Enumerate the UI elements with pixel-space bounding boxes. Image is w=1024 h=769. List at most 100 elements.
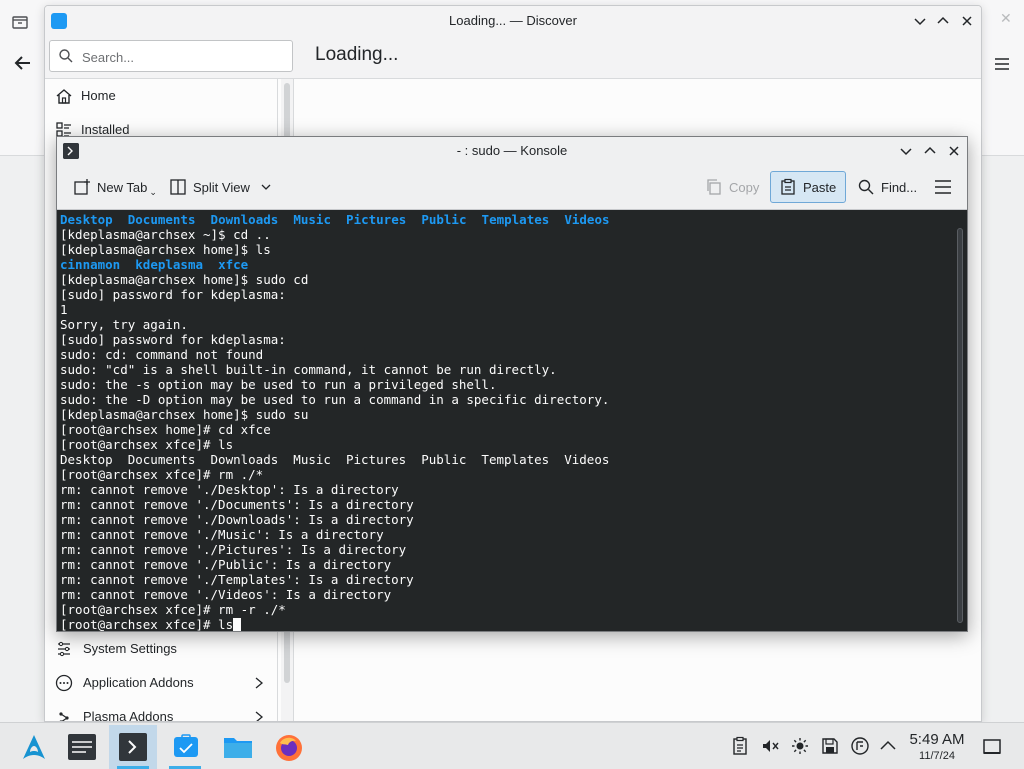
digital-clock[interactable]: 5:49 AM 11/7/24 <box>900 731 974 763</box>
directory-name: Templates <box>481 212 550 227</box>
split-view-label: Split View <box>193 179 250 195</box>
back-arrow-icon[interactable] <box>12 52 34 74</box>
search-icon <box>858 179 874 195</box>
terminal-line: rm: cannot remove './Desktop': Is a dire… <box>60 482 953 497</box>
terminal-text: sudo: cd: command not found <box>60 347 264 362</box>
terminal-text: rm: cannot remove './Pictures': Is a dir… <box>60 542 407 557</box>
terminal-text: Desktop Documents Downloads Music Pictur… <box>60 452 610 467</box>
terminal-line: rm: cannot remove './Public': Is a direc… <box>60 557 953 572</box>
sidebar-item-label: System Settings <box>83 641 177 656</box>
paste-icon <box>781 178 795 195</box>
copy-button[interactable]: Copy <box>705 173 759 201</box>
terminal-text: rm: cannot remove './Documents': Is a di… <box>60 497 414 512</box>
terminal-text: [kdeplasma@archsex home]$ ls <box>60 242 271 257</box>
find-button[interactable]: Find... <box>857 173 917 201</box>
split-view-icon <box>170 179 186 195</box>
taskbar-file-manager[interactable] <box>213 725 261 769</box>
split-view-button[interactable]: Split View <box>169 173 272 201</box>
tray-expand-chevron-up-icon[interactable] <box>878 736 898 756</box>
sidebar-item-application-addons[interactable]: Application Addons <box>45 666 277 700</box>
sidebar-item-label: Plasma Addons <box>83 709 174 722</box>
clock-time: 5:49 AM <box>909 731 965 748</box>
terminal-line: rm: cannot remove './Music': Is a direct… <box>60 527 953 542</box>
search-box[interactable] <box>49 40 293 72</box>
text-cursor <box>233 618 242 631</box>
maximize-icon[interactable] <box>934 12 952 30</box>
taskbar-konsole[interactable] <box>109 725 157 769</box>
taskbar-firefox[interactable] <box>265 725 313 769</box>
terminal-text: rm: cannot remove './Templates': Is a di… <box>60 572 414 587</box>
find-label: Find... <box>881 179 918 195</box>
file-manager-icon <box>224 738 252 758</box>
terminal-line: rm: cannot remove './Documents': Is a di… <box>60 497 953 512</box>
taskbar-system-monitor[interactable] <box>58 725 106 769</box>
dropdown-arrow-icon: ⌄ <box>149 186 157 197</box>
directory-name: Videos <box>564 212 610 227</box>
terminal-line: [kdeplasma@archsex home]$ ls <box>60 242 953 257</box>
terminal-text: [root@archsex xfce]# ls <box>60 437 234 452</box>
background-close-icon[interactable]: ✕ <box>1000 10 1018 28</box>
terminal-scrollbar[interactable] <box>953 210 967 631</box>
disk-save-icon[interactable] <box>820 736 840 756</box>
terminal-line: 1 <box>60 302 953 317</box>
clipboard-icon[interactable] <box>730 736 750 756</box>
directory-name: Downloads <box>210 212 279 227</box>
terminal-line: [root@archsex xfce]# rm ./* <box>60 467 953 482</box>
terminal-text: [root@archsex xfce]# ls <box>60 617 234 631</box>
terminal-text: [sudo] password for kdeplasma: <box>60 332 286 347</box>
taskbar-discover[interactable] <box>161 725 209 769</box>
discover-titlebar[interactable]: Loading... — Discover <box>45 6 981 36</box>
system-monitor-icon <box>68 734 96 760</box>
window-list-icon[interactable] <box>10 12 30 32</box>
new-tab-label: New Tab <box>97 179 148 195</box>
terminal-line: [root@archsex xfce]# ls <box>60 617 953 631</box>
search-input[interactable] <box>80 47 284 67</box>
terminal-text: sudo: "cd" is a shell built-in command, … <box>60 362 557 377</box>
terminal-text: rm: cannot remove './Public': Is a direc… <box>60 557 392 572</box>
terminal-line: sudo: the -s option may be used to run a… <box>60 377 953 392</box>
terminal-text: Sorry, try again. <box>60 317 188 332</box>
minimize-icon[interactable] <box>897 142 915 160</box>
terminal-text: [sudo] password for kdeplasma: <box>60 287 286 302</box>
directory-name: Public <box>421 212 467 227</box>
hamburger-menu-icon[interactable] <box>992 54 1012 74</box>
updates-icon[interactable] <box>850 736 870 756</box>
discover-header: Loading... <box>45 36 981 79</box>
terminal-line: rm: cannot remove './Pictures': Is a dir… <box>60 542 953 557</box>
terminal-text: sudo: the -D option may be used to run a… <box>60 392 610 407</box>
maximize-icon[interactable] <box>921 142 939 160</box>
app-launcher-button[interactable] <box>10 725 58 769</box>
terminal-line: [sudo] password for kdeplasma: <box>60 287 953 302</box>
directory-name: Music <box>293 212 331 227</box>
hamburger-menu-icon[interactable] <box>934 179 952 195</box>
close-icon[interactable] <box>958 12 976 30</box>
more-dots-icon <box>55 674 73 692</box>
show-desktop-icon[interactable] <box>982 737 1002 757</box>
directory-name: xfce <box>218 257 249 272</box>
brightness-icon[interactable] <box>790 736 810 756</box>
copy-label: Copy <box>729 179 760 195</box>
terminal-line: [root@archsex xfce]# ls <box>60 437 953 452</box>
page-title: Loading... <box>315 44 399 65</box>
volume-muted-icon[interactable] <box>760 736 780 756</box>
terminal-line: [kdeplasma@archsex ~]$ cd .. <box>60 227 953 242</box>
paste-button[interactable]: Paste <box>770 171 846 203</box>
konsole-titlebar[interactable]: - : sudo — Konsole <box>57 137 967 165</box>
new-tab-button[interactable]: New Tab ⌄ <box>73 173 157 201</box>
terminal-output[interactable]: Desktop Documents Downloads Music Pictur… <box>57 210 953 631</box>
sidebar-item-home[interactable]: Home <box>45 79 277 113</box>
terminal-line: Desktop Documents Downloads Music Pictur… <box>60 452 953 467</box>
close-icon[interactable] <box>945 142 963 160</box>
sidebar-item-system-settings[interactable]: System Settings <box>45 632 277 666</box>
minimize-icon[interactable] <box>911 12 929 30</box>
terminal-text: [root@archsex home]# cd xfce <box>60 422 271 437</box>
discover-icon <box>174 734 198 757</box>
home-icon <box>56 89 72 104</box>
scrollbar-thumb[interactable] <box>957 228 963 623</box>
sidebar-item-plasma-addons[interactable]: Plasma Addons <box>45 700 277 722</box>
